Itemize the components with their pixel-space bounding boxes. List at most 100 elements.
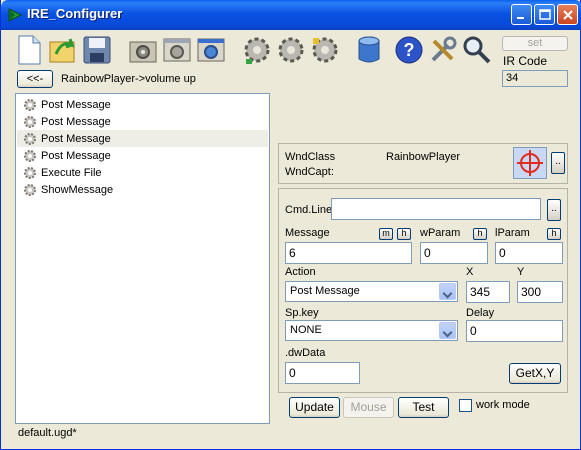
wnd-capt-label: WndCapt: (285, 166, 334, 178)
action-select[interactable]: Post Message (285, 281, 458, 302)
title-bar[interactable]: IRE_Configurer (1, 0, 581, 30)
x-label: X (466, 266, 474, 278)
list-item[interactable]: ShowMessage (17, 181, 268, 198)
dwdata-input[interactable]: 0 (285, 362, 360, 384)
list-item-label: Post Message (41, 98, 111, 111)
list-item-label: Post Message (41, 115, 111, 128)
database-button[interactable] (353, 34, 385, 66)
open-button[interactable] (47, 34, 79, 66)
new-file-button[interactable] (13, 34, 45, 66)
wparam-input[interactable]: 0 (420, 242, 488, 264)
search-button[interactable] (461, 34, 493, 66)
svg-text:?: ? (404, 40, 415, 60)
wnd-class-label: WndClass (285, 151, 336, 163)
delay-label: Delay (466, 307, 495, 319)
list-item-label: Post Message (41, 149, 111, 162)
gear-window-button[interactable] (161, 34, 193, 66)
help-icon: ? (395, 36, 423, 64)
y-input[interactable]: 300 (517, 281, 563, 303)
breadcrumb: RainbowPlayer->volume up (61, 73, 196, 85)
cmd-line-browse-button[interactable]: .. (547, 199, 561, 221)
update-button[interactable]: Update (289, 397, 340, 418)
action-label: Action (285, 266, 316, 278)
list-item[interactable]: Execute File (17, 164, 268, 181)
get-xy-button[interactable]: GetX,Y (509, 363, 561, 384)
action-select-value: Post Message (290, 285, 360, 297)
spkey-label: Sp.key (285, 307, 319, 319)
gear-icon (24, 132, 36, 145)
wparam-label: wParam (420, 227, 461, 239)
test-button[interactable]: Test (398, 397, 449, 418)
folder-gear-icon (129, 41, 157, 63)
app-icon (8, 8, 23, 22)
gear-green-button[interactable] (241, 34, 273, 66)
work-mode-label: work mode (476, 399, 530, 411)
dwdata-label: .dwData (285, 347, 326, 359)
work-mode-checkbox[interactable] (459, 399, 472, 412)
set-button[interactable]: set (502, 36, 568, 51)
save-button[interactable] (81, 34, 113, 66)
list-item[interactable]: Post Message (17, 130, 268, 147)
gear-yellow-icon (312, 37, 338, 63)
actions-list[interactable]: Post Message Post Message Post Message P… (15, 93, 270, 424)
gear-double-icon (278, 37, 304, 63)
spkey-select[interactable]: NONE (285, 320, 458, 341)
ir-code-label: IR Code (503, 54, 548, 68)
crosshair-icon (517, 150, 543, 176)
lparam-label: lParam (495, 227, 530, 239)
gear-icon (24, 183, 36, 196)
save-icon (83, 36, 111, 64)
window-more-button[interactable]: .. (551, 152, 565, 174)
minimize-button[interactable] (511, 4, 532, 25)
target-picker-button[interactable] (513, 147, 547, 179)
gear-window-blue-icon (197, 38, 225, 62)
wnd-class-value: RainbowPlayer (386, 151, 460, 163)
message-m-button[interactable]: m (379, 228, 393, 240)
database-icon (358, 36, 380, 63)
x-input[interactable]: 345 (466, 281, 510, 303)
gear-icon (24, 98, 36, 111)
gear-icon (24, 149, 36, 162)
ir-code-field[interactable]: 34 (502, 70, 568, 87)
gear-yellow-button[interactable] (309, 34, 341, 66)
close-icon (563, 10, 573, 20)
wparam-h-button[interactable]: h (473, 228, 487, 240)
gear-double-button[interactable] (275, 34, 307, 66)
help-button[interactable]: ? (393, 34, 425, 66)
lparam-input[interactable]: 0 (495, 242, 563, 264)
lparam-h-button[interactable]: h (547, 228, 561, 240)
list-item[interactable]: Post Message (17, 147, 268, 164)
delay-input[interactable]: 0 (466, 320, 563, 342)
list-item[interactable]: Post Message (17, 113, 268, 130)
cmd-line-label: Cmd.Line (285, 204, 333, 216)
open-icon (49, 38, 75, 63)
chevron-down-icon[interactable] (439, 322, 456, 339)
list-item-label: ShowMessage (41, 183, 114, 196)
tools-button[interactable] (427, 34, 459, 66)
back-button[interactable]: <<- (17, 70, 53, 88)
minimize-icon (517, 17, 524, 19)
gear-icon (24, 115, 36, 128)
gear-icon (24, 166, 36, 179)
app-window: IRE_Configurer ? set IR Code 34 <<- Rain… (0, 0, 581, 450)
list-item[interactable]: Post Message (17, 96, 268, 113)
status-file: default.ugd* (18, 427, 77, 439)
close-button[interactable] (557, 4, 578, 25)
message-label: Message (285, 227, 330, 239)
list-item-label: Execute File (41, 166, 102, 179)
gear-window-blue-button[interactable] (195, 34, 227, 66)
gear-window-icon (163, 38, 191, 62)
cmd-line-input[interactable] (331, 198, 541, 220)
message-input[interactable]: 6 (285, 242, 412, 264)
folder-gear-button[interactable] (127, 34, 159, 66)
spkey-select-value: NONE (290, 324, 322, 336)
new-file-icon (18, 35, 41, 65)
tools-icon (431, 36, 457, 62)
chevron-down-icon[interactable] (439, 283, 456, 300)
message-h-button[interactable]: h (397, 228, 411, 240)
maximize-button[interactable] (534, 4, 555, 25)
mouse-button[interactable]: Mouse (343, 397, 394, 418)
y-label: Y (517, 266, 525, 278)
search-icon (463, 36, 491, 64)
window-title: IRE_Configurer (27, 6, 123, 21)
